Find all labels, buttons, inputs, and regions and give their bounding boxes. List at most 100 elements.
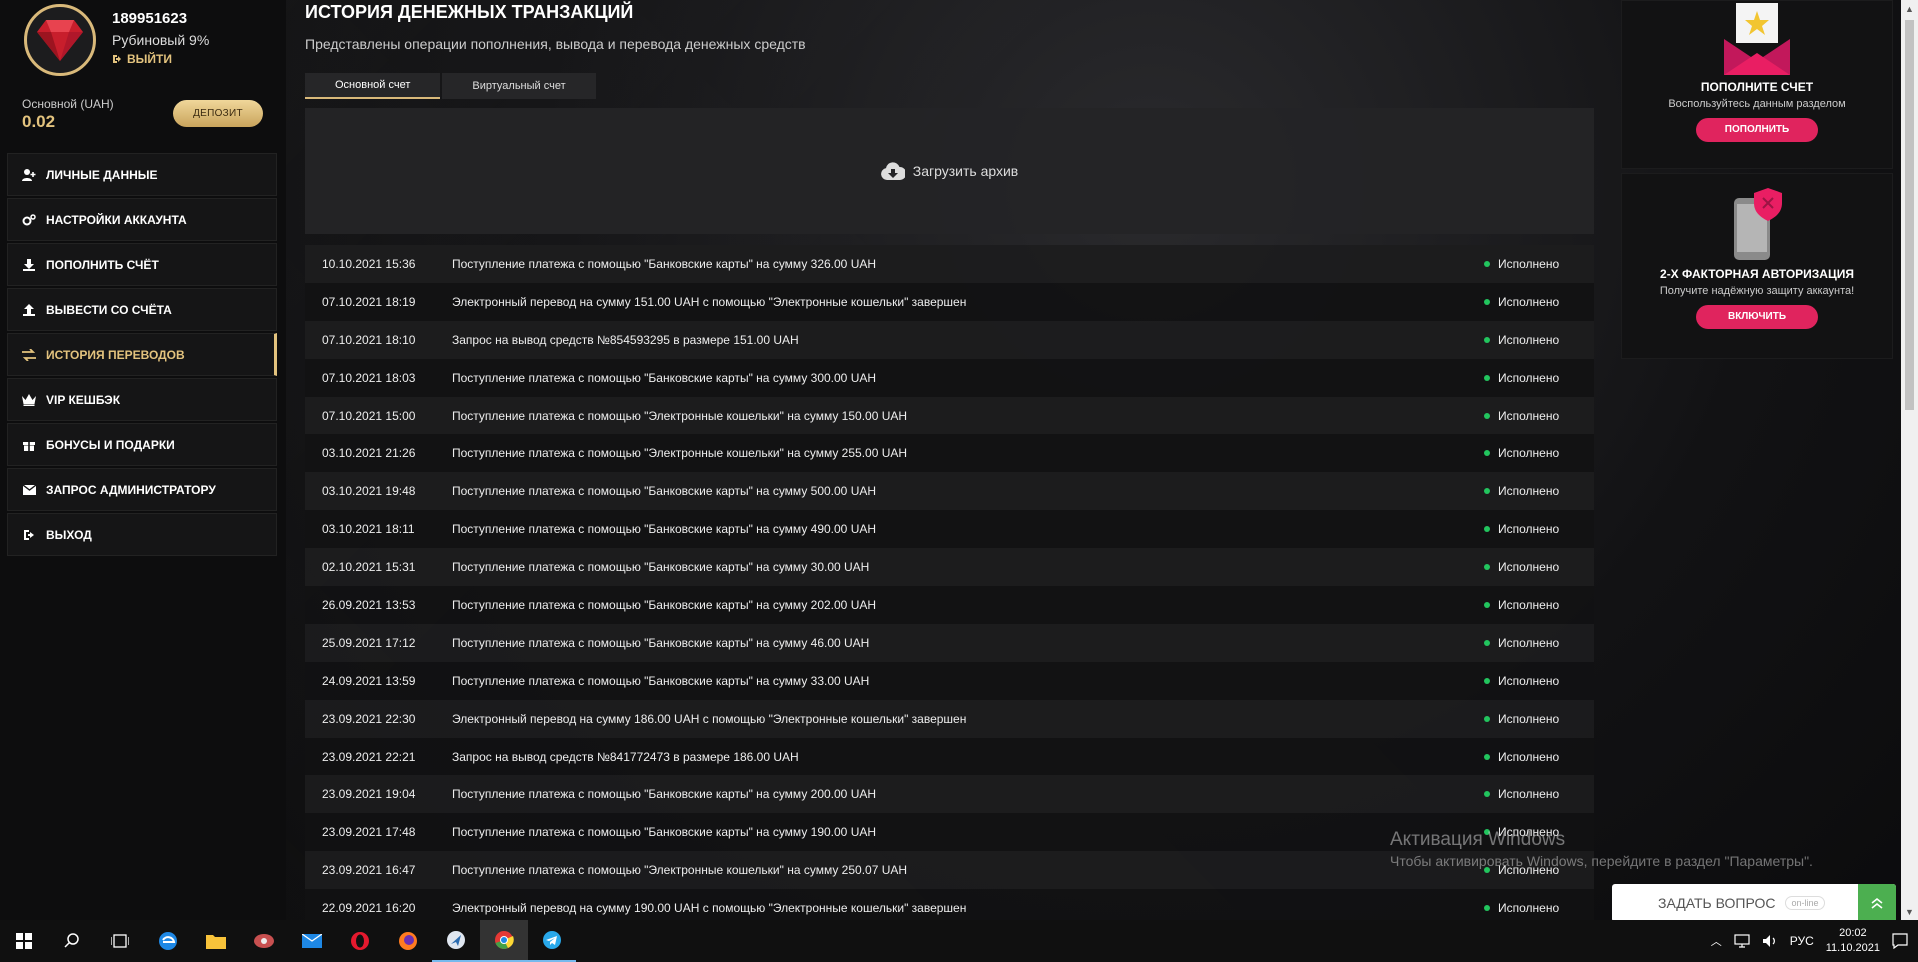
gift-icon: [22, 438, 36, 452]
system-tray: ︿ РУС 20:02 11.10.2021: [1711, 920, 1918, 962]
upload-archive-button[interactable]: Загрузить архив: [305, 108, 1594, 234]
system-clock[interactable]: 20:02 11.10.2021: [1826, 926, 1880, 956]
table-row: 03.10.2021 18:11 Поступление платежа с по…: [305, 510, 1594, 549]
status-dot-icon: [1484, 298, 1490, 305]
tx-description: Поступление платежа с помощью "Банковски…: [452, 787, 877, 802]
tx-status-label: Исполнено: [1498, 408, 1560, 423]
tx-description: Поступление платежа с помощью "Банковски…: [452, 522, 877, 537]
notifications-icon[interactable]: [1892, 933, 1908, 949]
scroll-down-icon[interactable]: ▼: [1901, 903, 1918, 920]
status-dot-icon: [1484, 374, 1490, 381]
tx-status: Исполнено: [1484, 750, 1594, 764]
volume-icon[interactable]: [1762, 934, 1778, 948]
table-row: 23.09.2021 19:04 Поступление платежа с по…: [305, 775, 1594, 814]
tx-status: Исполнено: [1484, 371, 1594, 385]
search-icon[interactable]: [48, 920, 96, 962]
telegram-icon[interactable]: [528, 920, 576, 962]
scroll-up-icon[interactable]: ▲: [1901, 0, 1918, 17]
network-icon[interactable]: [1734, 934, 1750, 948]
deposit-button[interactable]: ДЕПОЗИТ: [173, 100, 263, 127]
sidebar-item-vip-cashback[interactable]: VIP КЕШБЭК: [7, 378, 277, 421]
tx-description: Поступление платежа с помощью "Электронн…: [452, 408, 908, 423]
tx-date: 07.10.2021 18:03: [322, 370, 416, 385]
tx-description: Запрос на вывод средств №841772473 в раз…: [452, 749, 799, 764]
crown-icon: [22, 393, 36, 407]
tx-status-label: Исполнено: [1498, 711, 1560, 726]
task-view-icon[interactable]: [96, 920, 144, 962]
chevron-up-icon[interactable]: [1858, 884, 1896, 922]
status-dot-icon: [1484, 905, 1490, 912]
tx-status-label: Исполнено: [1498, 522, 1560, 537]
windows-activation-title: Активация Windows: [1390, 829, 1566, 850]
tx-status: Исполнено: [1484, 901, 1594, 915]
avatar: [24, 4, 96, 76]
sidebar-item-account-settings[interactable]: НАСТРОЙКИ АККАУНТА: [7, 198, 277, 241]
tx-status-label: Исполнено: [1498, 597, 1560, 612]
tx-date: 25.09.2021 17:12: [322, 635, 416, 650]
status-dot-icon: [1484, 639, 1490, 646]
upload-icon: [22, 303, 36, 317]
tx-description: Поступление платежа с помощью "Банковски…: [452, 370, 877, 385]
game-app-icon[interactable]: [240, 920, 288, 962]
tx-date: 03.10.2021 21:26: [322, 446, 416, 461]
mail-icon[interactable]: [288, 920, 336, 962]
edge-browser-icon[interactable]: [144, 920, 192, 962]
file-explorer-icon[interactable]: [192, 920, 240, 962]
promo-2fa-button[interactable]: ВКЛЮЧИТЬ: [1696, 305, 1818, 329]
sidebar-item-admin-request[interactable]: ЗАПРОС АДМИНИСТРАТОРУ: [7, 468, 277, 511]
scroll-thumb[interactable]: [1905, 20, 1914, 410]
tx-description: Поступление платежа с помощью "Электронн…: [452, 863, 908, 878]
tx-date: 07.10.2021 18:19: [322, 294, 416, 309]
tx-status-label: Исполнено: [1498, 635, 1560, 650]
tx-description: Поступление платежа с помощью "Электронн…: [452, 446, 908, 461]
table-row: 25.09.2021 17:12 Поступление платежа с по…: [305, 623, 1594, 662]
sidebar-item-deposit[interactable]: ПОПОЛНИТЬ СЧЁТ: [7, 243, 277, 286]
promo-2fa-title: 2-Х ФАКТОРНАЯ АВТОРИЗАЦИЯ: [1660, 267, 1854, 281]
sidebar-item-transfer-history[interactable]: ИСТОРИЯ ПЕРЕВОДОВ: [7, 333, 277, 376]
tx-description: Поступление платежа с помощью "Банковски…: [452, 560, 870, 575]
gears-icon: [22, 213, 36, 227]
promo-deposit-button[interactable]: ПОПОЛНИТЬ: [1696, 118, 1818, 142]
sidebar-item-label: ЗАПРОС АДМИНИСТРАТОРУ: [46, 482, 216, 497]
tray-chevron-up-icon[interactable]: ︿: [1711, 933, 1722, 949]
upload-archive-label: Загрузить архив: [912, 163, 1019, 179]
phone-shield-icon: [1734, 188, 1782, 260]
balance-value: 0.02: [22, 112, 56, 131]
account-tabs: Основной счет Виртуальный счет: [305, 73, 596, 99]
tx-date: 26.09.2021 13:53: [322, 597, 416, 612]
sidebar-item-label: ВЫВЕСТИ СО СЧЁТА: [46, 302, 172, 317]
tx-description: Поступление платежа с помощью "Банковски…: [452, 256, 877, 271]
table-row: 23.09.2021 22:21 Запрос на вывод средств …: [305, 737, 1594, 776]
profile-block: 189951623 Рубиновый 9% ВЫЙТИ: [24, 4, 274, 88]
sidebar-item-bonuses[interactable]: БОНУСЫ И ПОДАРКИ: [7, 423, 277, 466]
tx-date: 23.09.2021 16:47: [322, 863, 416, 878]
sidebar-item-label: VIP КЕШБЭК: [46, 392, 121, 407]
tab-virtual-account[interactable]: Виртуальный счет: [442, 73, 596, 99]
tx-date: 10.10.2021 15:36: [322, 256, 416, 271]
table-row: 03.10.2021 21:26 Поступление платежа с по…: [305, 434, 1594, 473]
tx-description: Поступление платежа с помощью "Банковски…: [452, 673, 870, 688]
sidebar-item-exit[interactable]: ВЫХОД: [7, 513, 277, 556]
firefox-icon[interactable]: [384, 920, 432, 962]
sidebar-item-withdraw[interactable]: ВЫВЕСТИ СО СЧЁТА: [7, 288, 277, 331]
table-row: 24.09.2021 13:59 Поступление платежа с по…: [305, 661, 1594, 700]
chrome-icon[interactable]: [480, 920, 528, 962]
opera-icon[interactable]: [336, 920, 384, 962]
windows-start-icon[interactable]: [0, 920, 48, 962]
tx-description: Поступление платежа с помощью "Банковски…: [452, 484, 877, 499]
download-icon: [22, 258, 36, 272]
table-row: 26.09.2021 13:53 Поступление платежа с по…: [305, 586, 1594, 624]
tx-date: 03.10.2021 19:48: [322, 484, 416, 499]
page-scrollbar[interactable]: ▲ ▼: [1901, 0, 1918, 920]
tx-status: Исполнено: [1484, 674, 1594, 688]
ask-question-widget[interactable]: ЗАДАТЬ ВОПРОС on-line: [1612, 884, 1896, 922]
tx-status-label: Исполнено: [1498, 484, 1560, 499]
vpn-app-icon[interactable]: [432, 920, 480, 962]
sidebar-item-personal-data[interactable]: ЛИЧНЫЕ ДАННЫЕ: [7, 153, 277, 196]
table-row: 23.09.2021 22:30 Электронный перевод на с…: [305, 699, 1594, 738]
tx-date: 03.10.2021 18:11: [322, 522, 415, 537]
page-title: ИСТОРИЯ ДЕНЕЖНЫХ ТРАНЗАКЦИЙ: [305, 2, 634, 22]
tab-main-account[interactable]: Основной счет: [305, 73, 441, 99]
logout-link[interactable]: ВЫЙТИ: [112, 52, 172, 66]
input-language[interactable]: РУС: [1790, 934, 1814, 948]
